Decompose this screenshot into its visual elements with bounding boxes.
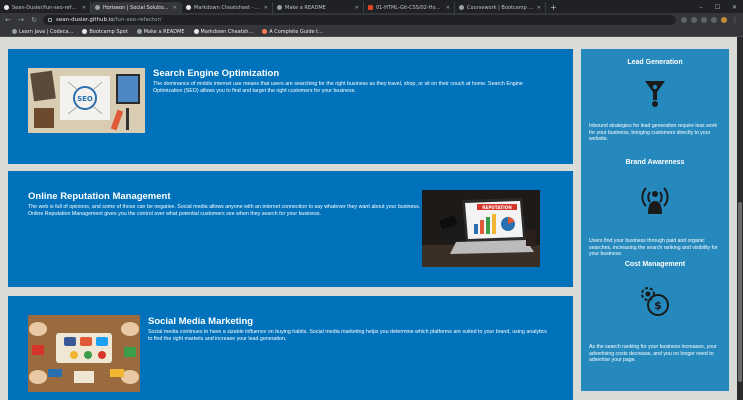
window-controls: – ☐ ✕ bbox=[700, 2, 743, 13]
url-path: /fun-seo-refactor/ bbox=[113, 17, 162, 23]
browser-tab[interactable]: 01-HTML-Git-CSS/02-Homework✕ bbox=[364, 2, 455, 13]
browser-tab-bar: Sean-Dusier/fun-seo-refactor ✕ Horiseon |… bbox=[0, 0, 743, 13]
page-icon bbox=[95, 5, 100, 10]
seo-card: SEO Search Engine Optimization The domin… bbox=[8, 49, 573, 164]
close-icon[interactable]: ✕ bbox=[537, 5, 541, 11]
url-host: sean-dusier.github.io bbox=[56, 17, 114, 23]
bookmark[interactable]: A Complete Guide t... bbox=[262, 29, 323, 35]
minimize-icon[interactable]: – bbox=[700, 4, 703, 11]
benefit-title: Brand Awareness bbox=[625, 159, 685, 166]
menu-icon[interactable]: ⋮ bbox=[731, 16, 739, 24]
page-icon bbox=[136, 29, 142, 34]
page-viewport: SEO Search Engine Optimization The domin… bbox=[0, 37, 743, 400]
benefit-title: Lead Generation bbox=[627, 59, 683, 66]
bookmarks-bar: Learn Java | Codeca... Bootcamp Spot Mak… bbox=[0, 27, 743, 37]
back-icon[interactable]: ← bbox=[4, 16, 12, 24]
orm-image: REPUTATION bbox=[422, 190, 540, 267]
benefit-body: Users find your business through paid an… bbox=[589, 238, 718, 257]
close-icon[interactable]: ✕ bbox=[446, 5, 450, 11]
lock-icon[interactable] bbox=[48, 18, 52, 22]
address-bar[interactable]: sean-dusier.github.io/fun-seo-refactor/ bbox=[43, 15, 676, 25]
extensions-icon[interactable] bbox=[701, 17, 707, 23]
svg-text:$: $ bbox=[654, 299, 662, 312]
orm-body: The web is full of opinions, and some of… bbox=[28, 204, 421, 217]
toolbar-icons: ⋮ bbox=[681, 16, 739, 24]
svg-text:REPUTATION: REPUTATION bbox=[482, 205, 512, 210]
svg-text:SEO: SEO bbox=[77, 95, 93, 103]
benefits-sidebar: Lead Generation Inbound strategies for l… bbox=[581, 49, 729, 391]
browser-tab-active[interactable]: Horiseon | Social Solution Servi...✕ bbox=[91, 2, 182, 13]
reload-icon[interactable]: ↻ bbox=[30, 16, 38, 24]
close-window-icon[interactable]: ✕ bbox=[732, 4, 737, 11]
scrollbar-thumb[interactable] bbox=[738, 202, 742, 382]
bookmark[interactable]: Markdown Cheatsh... bbox=[193, 29, 253, 35]
lead-generation-icon bbox=[643, 79, 667, 109]
bookmark[interactable]: Make a README bbox=[136, 29, 185, 35]
page-icon bbox=[277, 5, 282, 10]
github-icon bbox=[4, 5, 9, 10]
benefit-body: As the search ranking for your business … bbox=[589, 344, 717, 363]
benefit-body: Inbound strategies for lead generation r… bbox=[589, 123, 718, 142]
bookmark[interactable]: Bootcamp Spot bbox=[82, 29, 128, 35]
gitlab-icon bbox=[368, 5, 373, 10]
browser-tab[interactable]: Coursework | Bootcamp Spot ✕ bbox=[455, 2, 546, 13]
brand-awareness-icon bbox=[640, 184, 670, 216]
new-tab-button[interactable]: + bbox=[546, 2, 561, 13]
seo-image: SEO bbox=[28, 68, 145, 133]
close-icon[interactable]: ✕ bbox=[173, 5, 177, 11]
browser-tab[interactable]: Markdown Cheatsheet - adam-p✕ bbox=[182, 2, 273, 13]
close-icon[interactable]: ✕ bbox=[82, 5, 86, 11]
smm-body: Social media continues to have a sizable… bbox=[148, 329, 547, 342]
close-icon[interactable]: ✕ bbox=[264, 5, 268, 11]
close-icon[interactable]: ✕ bbox=[355, 5, 359, 11]
browser-tab[interactable]: Make a README ✕ bbox=[273, 2, 364, 13]
seo-text: Search Engine Optimization The dominance… bbox=[153, 68, 553, 95]
browser-tab[interactable]: Sean-Dusier/fun-seo-refactor ✕ bbox=[0, 2, 91, 13]
page-icon bbox=[459, 5, 464, 10]
maximize-icon[interactable]: ☐ bbox=[715, 4, 720, 11]
seo-illustration: SEO bbox=[28, 68, 145, 133]
seo-body: The dominance of mobile internet use mea… bbox=[153, 81, 523, 94]
cost-management-icon: $ bbox=[638, 284, 672, 318]
forward-icon[interactable]: → bbox=[17, 16, 25, 24]
github-icon bbox=[186, 5, 191, 10]
hubspot-icon bbox=[262, 29, 268, 34]
orm-title: Online Reputation Management bbox=[28, 191, 171, 202]
browser-toolbar: ← → ↻ sean-dusier.github.io/fun-seo-refa… bbox=[0, 13, 743, 27]
benefit-title: Cost Management bbox=[624, 261, 686, 268]
benefit-lead-generation: Lead Generation Inbound strategies for l… bbox=[581, 59, 729, 143]
smm-title: Social Media Marketing bbox=[148, 316, 254, 327]
bookmark[interactable]: Learn Java | Codeca... bbox=[12, 29, 73, 35]
orm-card: Online Reputation Management The web is … bbox=[8, 171, 573, 287]
social-media-illustration bbox=[28, 315, 140, 392]
orm-text: Online Reputation Management The web is … bbox=[28, 191, 423, 218]
page-icon bbox=[12, 29, 17, 34]
github-icon bbox=[193, 29, 199, 34]
github-icon bbox=[82, 29, 88, 34]
benefit-cost-management: Cost Management $ As the search ranking … bbox=[581, 261, 729, 364]
star-icon[interactable] bbox=[691, 17, 697, 23]
share-icon[interactable] bbox=[681, 17, 687, 23]
reputation-illustration: REPUTATION bbox=[422, 190, 540, 267]
smm-text: Social Media Marketing Social media cont… bbox=[148, 316, 548, 343]
page-scrollbar[interactable] bbox=[737, 37, 743, 400]
seo-title: Search Engine Optimization bbox=[153, 68, 280, 79]
smm-image bbox=[28, 315, 140, 392]
benefit-brand-awareness: Brand Awareness Users find your business… bbox=[581, 159, 729, 258]
smm-card: Social Media Marketing Social media cont… bbox=[8, 296, 573, 400]
sidebar-icon[interactable] bbox=[711, 17, 717, 23]
profile-avatar[interactable] bbox=[721, 17, 727, 23]
